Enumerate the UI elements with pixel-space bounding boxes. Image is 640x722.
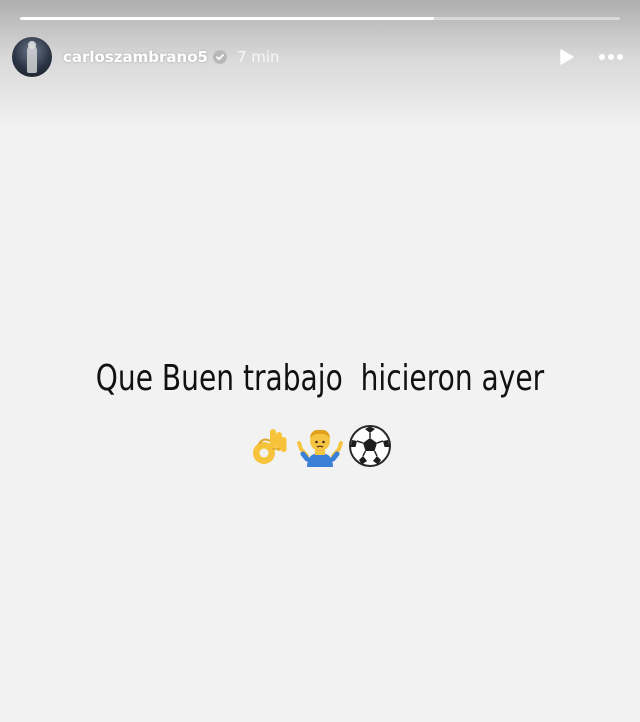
username[interactable]: carloszambrano5 xyxy=(63,48,208,66)
soccer-ball-emoji-icon xyxy=(349,425,391,467)
avatar[interactable] xyxy=(12,37,52,77)
more-options-button[interactable] xyxy=(594,43,628,71)
ok-hand-emoji-icon xyxy=(253,429,287,464)
story-caption: Que Buen trabajo hicieron ayer xyxy=(95,358,545,399)
story-viewer[interactable]: carloszambrano5 7 min Que Buen trabajo h… xyxy=(0,0,640,722)
play-icon xyxy=(560,49,574,65)
avatar-figure xyxy=(27,45,37,73)
emoji-row xyxy=(0,420,640,472)
shrugging-man-emoji-icon xyxy=(297,429,343,467)
story-progress-fill xyxy=(20,17,434,20)
story-progress-bar xyxy=(20,17,620,20)
story-header: carloszambrano5 7 min xyxy=(12,36,628,78)
verified-badge-icon xyxy=(212,50,227,64)
post-time: 7 min xyxy=(236,48,280,66)
play-button[interactable] xyxy=(552,43,580,71)
more-options-icon xyxy=(599,54,623,60)
